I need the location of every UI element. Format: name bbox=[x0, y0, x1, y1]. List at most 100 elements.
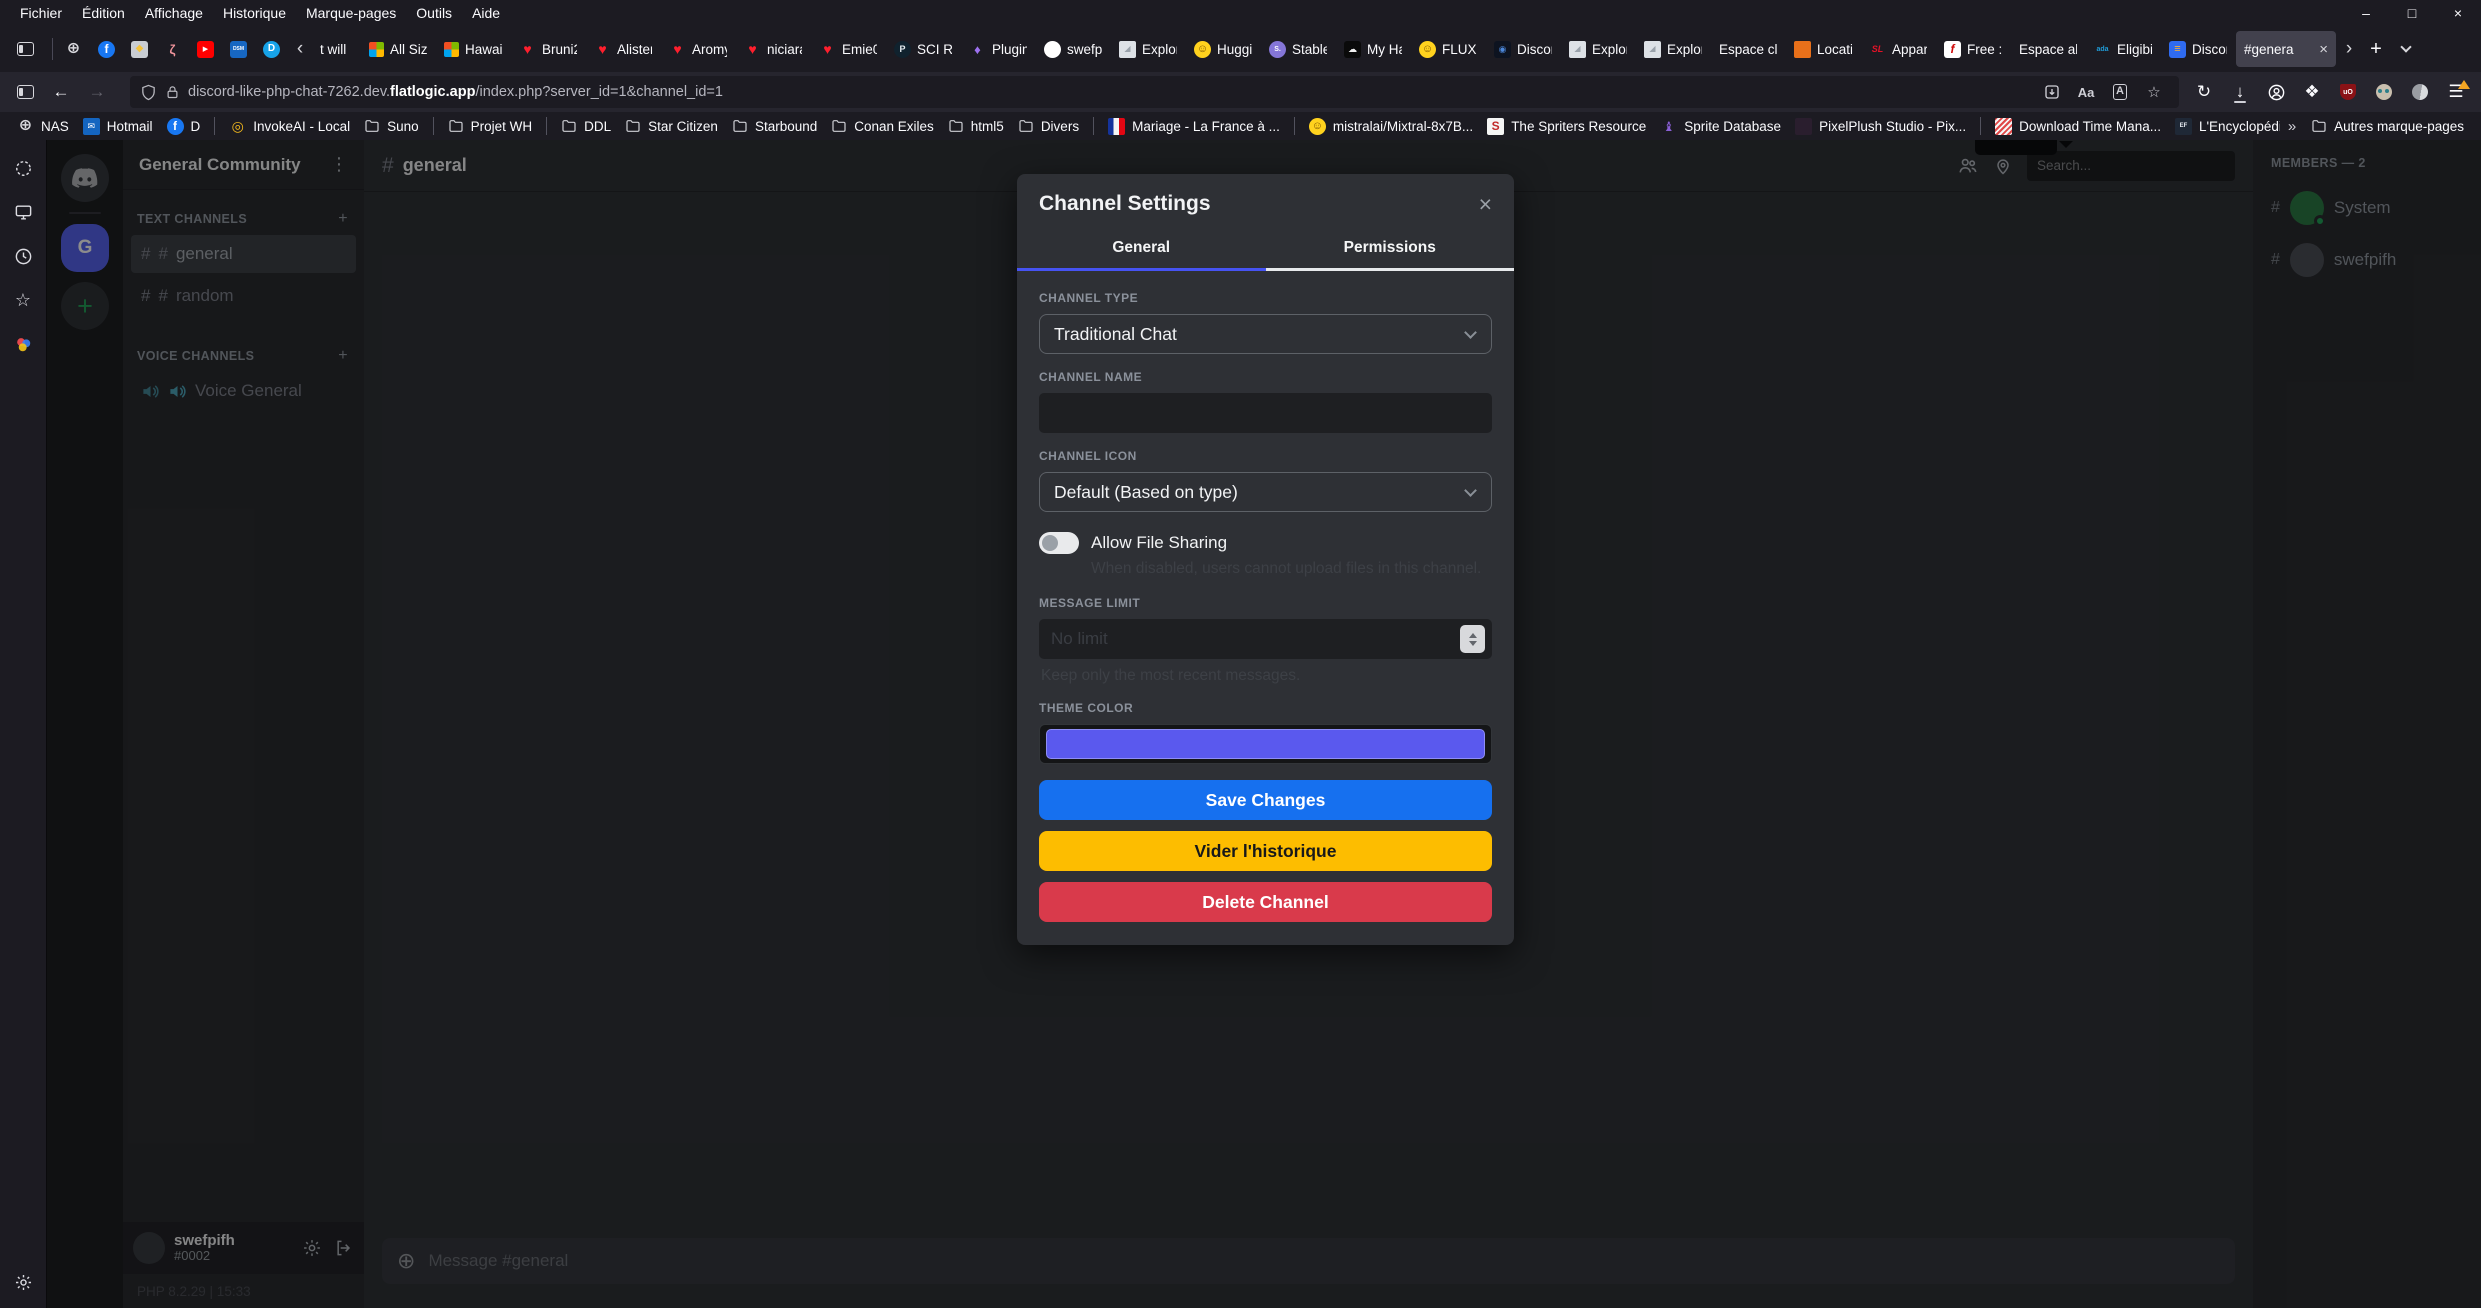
firefox-view-button[interactable] bbox=[8, 32, 42, 66]
number-spinner[interactable] bbox=[1460, 625, 1485, 653]
tab-aromy[interactable]: ♥Aromy bbox=[661, 31, 735, 67]
extensions-button[interactable]: ❖ bbox=[2295, 76, 2329, 108]
pinned-tab-youtube[interactable]: ▶ bbox=[189, 31, 222, 67]
pinned-tab-facebook[interactable]: f bbox=[90, 31, 123, 67]
tab-all-siz[interactable]: All Siz bbox=[361, 31, 435, 67]
save-page-button[interactable] bbox=[2037, 78, 2067, 106]
shield-icon[interactable] bbox=[140, 84, 157, 101]
tab-sci-re[interactable]: PSCI RE bbox=[886, 31, 960, 67]
account-button[interactable] bbox=[2259, 76, 2293, 108]
pinned-tab-d-blue[interactable]: D bbox=[255, 31, 288, 67]
refresh-button[interactable]: ↻ bbox=[2187, 76, 2221, 108]
maximize-button[interactable]: □ bbox=[2389, 0, 2435, 26]
pinned-tab-diamond[interactable]: ◆ bbox=[123, 31, 156, 67]
tab-espace-abo[interactable]: Espace abo bbox=[2011, 31, 2085, 67]
tab-free-[interactable]: fFree : bbox=[1936, 31, 2010, 67]
bookmarks-overflow-button[interactable]: » bbox=[2280, 118, 2304, 135]
menu-aide[interactable]: Aide bbox=[462, 2, 510, 24]
bookmark-star-citizen[interactable]: Star Citizen bbox=[618, 116, 725, 136]
save-changes-button[interactable]: Save Changes bbox=[1039, 780, 1492, 820]
url-bar[interactable]: discord-like-php-chat-7262.dev.flatlogic… bbox=[130, 76, 2179, 108]
sidebar-settings-gear-icon[interactable] bbox=[11, 1270, 35, 1294]
tab-explor[interactable]: ◢Explor bbox=[1561, 31, 1635, 67]
synced-tabs-icon[interactable] bbox=[11, 200, 35, 224]
translate-button[interactable]: Aa bbox=[2071, 78, 2101, 106]
tab-discor[interactable]: ≡Discor bbox=[2161, 31, 2235, 67]
theme-color-input[interactable] bbox=[1039, 724, 1492, 764]
tab-general[interactable]: General bbox=[1017, 230, 1266, 271]
tab-stable[interactable]: S.Stable bbox=[1261, 31, 1335, 67]
close-tab-icon[interactable]: × bbox=[2319, 41, 2328, 58]
clear-history-button[interactable]: Vider l'historique bbox=[1039, 831, 1492, 871]
translate-alt-button[interactable]: A bbox=[2105, 78, 2135, 106]
new-tab-button[interactable]: + bbox=[2361, 33, 2391, 65]
pinned-tab-worm[interactable]: ζ bbox=[156, 31, 189, 67]
tab-appar[interactable]: SLAppar bbox=[1861, 31, 1935, 67]
channel-icon-select[interactable]: Default (Based on type) bbox=[1039, 472, 1492, 512]
other-bookmarks-folder[interactable]: Autres marque-pages bbox=[2304, 116, 2471, 136]
menu-marque-pages[interactable]: Marque-pages bbox=[296, 2, 406, 24]
tab-my-ha[interactable]: ☁My Ha bbox=[1336, 31, 1410, 67]
bookmark-suno[interactable]: Suno bbox=[357, 116, 426, 136]
tab-emie0[interactable]: ♥Emie0 bbox=[811, 31, 885, 67]
bookmark-l-encyclop-die-fantast-[interactable]: EFL'Encyclopédie Fantast... bbox=[2168, 116, 2280, 137]
ai-chatbot-icon[interactable] bbox=[11, 156, 35, 180]
tab-niciara[interactable]: ♥niciara bbox=[736, 31, 810, 67]
pinned-tab-dsm[interactable]: DSM bbox=[222, 31, 255, 67]
bookmark-d[interactable]: fD bbox=[160, 116, 208, 137]
bookmark-sprite-database[interactable]: ♝Sprite Database bbox=[1653, 116, 1788, 137]
delete-channel-button[interactable]: Delete Channel bbox=[1039, 882, 1492, 922]
tab-espace-clie[interactable]: Espace clie bbox=[1711, 31, 1785, 67]
pinned-tab-globe-wire[interactable]: ⊕ bbox=[57, 31, 90, 67]
bookmark-page-button[interactable]: ☆ bbox=[2139, 78, 2169, 106]
back-button[interactable]: ← bbox=[44, 76, 78, 108]
tab-hawai[interactable]: Hawai bbox=[436, 31, 510, 67]
bookmark-mistralai-mixtral-8x7b-[interactable]: ☺mistralai/Mixtral-8x7B... bbox=[1302, 116, 1480, 137]
bookmarks-sidebar-icon[interactable]: ☆ bbox=[11, 288, 35, 312]
tab-explor[interactable]: ◢Explor bbox=[1111, 31, 1185, 67]
bookmark-html5[interactable]: html5 bbox=[941, 116, 1011, 136]
minimize-button[interactable]: – bbox=[2343, 0, 2389, 26]
tab-bruni2[interactable]: ♥Bruni2 bbox=[511, 31, 585, 67]
menu-historique[interactable]: Historique bbox=[213, 2, 296, 24]
menu-affichage[interactable]: Affichage bbox=[135, 2, 213, 24]
tab-permissions[interactable]: Permissions bbox=[1266, 230, 1515, 271]
sidebar-toggle-button[interactable] bbox=[8, 76, 42, 108]
bookmark-starbound[interactable]: Starbound bbox=[725, 116, 824, 136]
bookmark-projet-wh[interactable]: Projet WH bbox=[441, 116, 540, 136]
menu-fichier[interactable]: Fichier bbox=[10, 2, 72, 24]
bookmark-divers[interactable]: Divers bbox=[1011, 116, 1086, 136]
tab-huggi[interactable]: ☺Huggi bbox=[1186, 31, 1260, 67]
bookmark-hotmail[interactable]: ✉Hotmail bbox=[76, 116, 160, 137]
url-text[interactable]: discord-like-php-chat-7262.dev.flatlogic… bbox=[188, 84, 723, 100]
tab-discor[interactable]: ◉Discor bbox=[1486, 31, 1560, 67]
tab-flux-[interactable]: ☺FLUX. bbox=[1411, 31, 1485, 67]
app-menu-button[interactable]: ☰ bbox=[2439, 76, 2473, 108]
tab-t-will[interactable]: t will bbox=[312, 31, 360, 67]
tab-swefpi[interactable]: swefpi bbox=[1036, 31, 1110, 67]
bookmark-pixelplush-studio-pix-[interactable]: PixelPlush Studio - Pix... bbox=[1788, 116, 1973, 137]
channel-type-select[interactable]: Traditional Chat bbox=[1039, 314, 1492, 354]
bookmark-the-spriters-resource[interactable]: SThe Spriters Resource bbox=[1480, 116, 1653, 137]
tab-explor[interactable]: ◢Explor bbox=[1636, 31, 1710, 67]
message-limit-input[interactable] bbox=[1039, 619, 1492, 659]
tab-alister[interactable]: ♥Alister bbox=[586, 31, 660, 67]
bookmark-conan-exiles[interactable]: Conan Exiles bbox=[824, 116, 941, 136]
tab-eligibi[interactable]: adaEligibi bbox=[2086, 31, 2160, 67]
history-icon[interactable] bbox=[11, 244, 35, 268]
file-sharing-toggle[interactable] bbox=[1039, 532, 1079, 554]
menu--dition[interactable]: Édition bbox=[72, 2, 135, 24]
tab-locati[interactable]: Locati bbox=[1786, 31, 1860, 67]
channel-name-input[interactable] bbox=[1039, 393, 1492, 433]
bookmark-mariage-la-france-[interactable]: Mariage - La France à ... bbox=[1101, 116, 1287, 137]
list-all-tabs-button[interactable] bbox=[2391, 33, 2421, 65]
scroll-tabs-right-button[interactable]: › bbox=[2337, 31, 2361, 67]
scroll-tabs-left-button[interactable]: ‹ bbox=[288, 31, 312, 67]
goggles-extension-button[interactable] bbox=[2367, 76, 2401, 108]
downloads-button[interactable]: ↓ bbox=[2223, 76, 2257, 108]
tab-plugin[interactable]: ♦Plugin bbox=[961, 31, 1035, 67]
ublock-extension-button[interactable]: uO bbox=[2331, 76, 2365, 108]
bookmark-invokeai-local[interactable]: ◎InvokeAI - Local bbox=[222, 116, 357, 137]
close-modal-button[interactable]: × bbox=[1479, 193, 1492, 216]
colorways-icon[interactable] bbox=[11, 332, 35, 356]
